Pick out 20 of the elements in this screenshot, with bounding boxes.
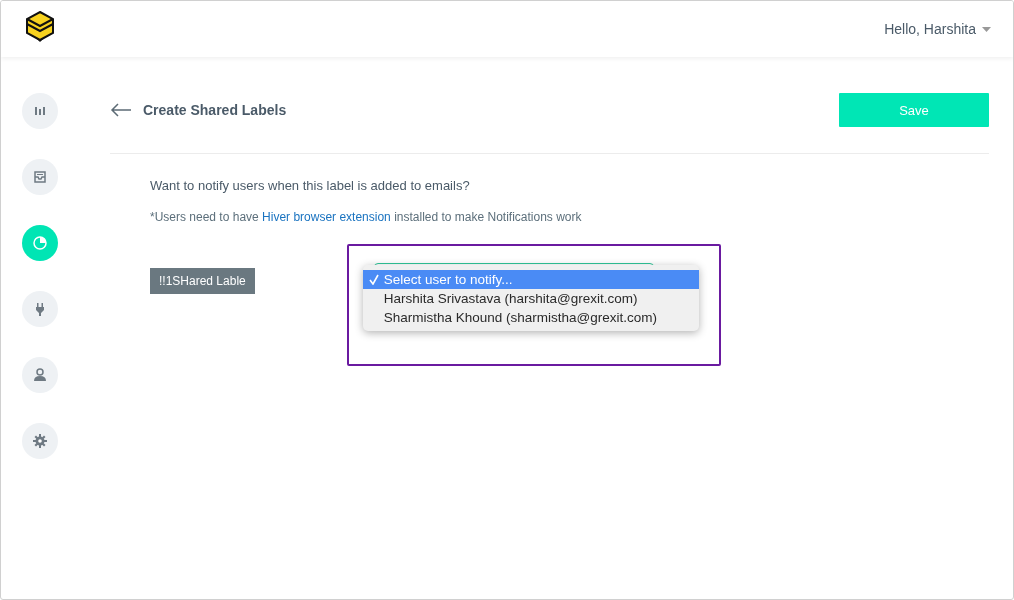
notice-text: *Users need to have Hiver browser extension installed to make Notifications work — [150, 210, 583, 224]
pie-icon — [32, 235, 48, 251]
logo-icon — [25, 11, 55, 43]
question-text: Want to notify users when this label is added to emails? — [150, 178, 471, 193]
nav-button[interactable] — [22, 93, 58, 129]
dropdown-option[interactable]: Harshita Srivastava (harshita@grexit.com) — [362, 289, 699, 308]
user-icon — [32, 367, 48, 383]
nav-button[interactable] — [22, 159, 58, 195]
inbox-icon — [32, 169, 48, 185]
gear-icon — [32, 433, 48, 449]
dropdown-option[interactable]: Sharmistha Khound (sharmistha@grexit.com) — [362, 308, 699, 327]
checkmark-icon — [368, 274, 379, 285]
nav-button[interactable] — [22, 357, 58, 393]
label-tag: !!1SHared Lable — [150, 268, 255, 294]
nav-button[interactable] — [22, 291, 58, 327]
nav-button[interactable] — [22, 423, 58, 459]
page-title: Create Shared Labels — [143, 102, 287, 118]
back-arrow-icon[interactable] — [110, 103, 132, 117]
extension-link[interactable]: Hiver browser extension — [262, 210, 391, 224]
caret-icon — [982, 26, 991, 32]
